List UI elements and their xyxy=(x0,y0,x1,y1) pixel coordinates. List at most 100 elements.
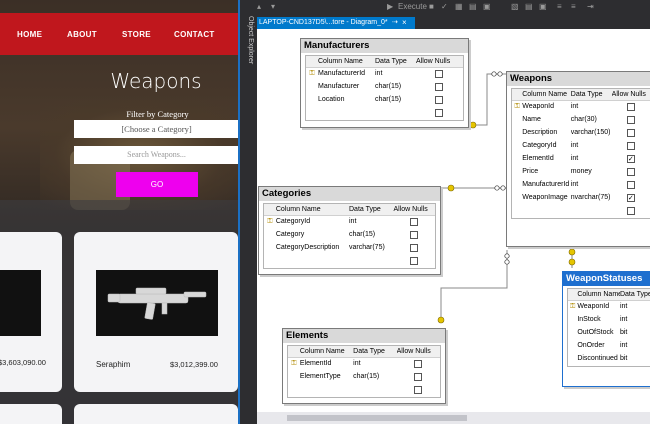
data-type-cell[interactable]: varchar(75) xyxy=(349,242,393,255)
table-row[interactable]: Discontinued bit xyxy=(568,353,650,366)
table-row[interactable] xyxy=(288,384,440,397)
table-row[interactable]: ⚿ ManufacturerId int xyxy=(306,68,463,81)
checkbox-checked[interactable]: ✓ xyxy=(626,155,635,163)
column-name-cell[interactable]: WeaponId xyxy=(522,101,571,114)
data-type-cell[interactable]: int xyxy=(620,301,650,314)
data-type-cell[interactable]: int xyxy=(620,340,650,353)
column-name-cell[interactable]: CategoryDescription xyxy=(276,242,349,255)
data-type-cell[interactable]: char(15) xyxy=(349,229,393,242)
column-grid[interactable]: Column Name Data Type Allow Nulls ⚿ Weapo… xyxy=(511,88,650,219)
table-title[interactable]: Manufacturers xyxy=(301,39,468,53)
column-name-cell[interactable]: CategoryId xyxy=(276,216,349,229)
table-elements[interactable]: Elements Column Name Data Type Allow Nul… xyxy=(282,328,446,404)
checkbox[interactable] xyxy=(626,129,635,137)
checkbox[interactable] xyxy=(434,109,443,117)
column-name-cell[interactable]: OutOfStock xyxy=(577,327,620,340)
checkbox[interactable] xyxy=(410,218,419,226)
data-type-cell[interactable]: int xyxy=(571,101,612,114)
data-type-cell[interactable]: int xyxy=(349,216,393,229)
column-name-cell[interactable]: InStock xyxy=(577,314,620,327)
table-categories[interactable]: Categories Column Name Data Type Allow N… xyxy=(258,186,441,275)
table-row[interactable]: ManufacturerId int xyxy=(512,179,650,192)
data-type-cell[interactable] xyxy=(349,255,393,268)
column-name-cell[interactable]: Discontinued xyxy=(577,353,620,366)
data-type-cell[interactable] xyxy=(571,205,612,218)
table-weaponstatuses[interactable]: WeaponStatuses Column Name Data Type ⚿ We… xyxy=(562,271,650,387)
table-row[interactable]: Name char(30) xyxy=(512,114,650,127)
table-row[interactable]: Description varchar(150) xyxy=(512,127,650,140)
table-row[interactable]: Location char(15) xyxy=(306,94,463,107)
data-type-cell[interactable]: char(30) xyxy=(571,114,612,127)
table-row[interactable]: ElementType char(15) xyxy=(288,371,440,384)
table-manufacturers[interactable]: Manufacturers Column Name Data Type Allo… xyxy=(300,38,469,128)
column-name-cell[interactable]: Price xyxy=(522,166,571,179)
checkbox[interactable] xyxy=(434,96,443,104)
table-title[interactable]: Weapons xyxy=(507,72,650,86)
checkbox[interactable] xyxy=(434,70,443,78)
table-row[interactable]: Manufacturer char(15) xyxy=(306,81,463,94)
checkbox-checked[interactable]: ✓ xyxy=(626,194,635,202)
checkbox[interactable] xyxy=(410,231,419,239)
table-weapons[interactable]: Weapons Column Name Data Type Allow Null… xyxy=(506,71,650,247)
column-name-cell[interactable]: ManufacturerId xyxy=(522,179,571,192)
data-type-cell[interactable]: bit xyxy=(620,353,650,366)
column-name-cell[interactable]: CategoryId xyxy=(522,140,571,153)
table-row[interactable]: Category char(15) xyxy=(264,229,435,242)
scrollbar-thumb[interactable] xyxy=(287,415,467,421)
checkbox[interactable] xyxy=(434,83,443,91)
table-row[interactable]: CategoryId int xyxy=(512,140,650,153)
column-name-cell[interactable] xyxy=(300,384,353,397)
table-row[interactable]: ⚿ CategoryId int xyxy=(264,216,435,229)
data-type-cell[interactable] xyxy=(353,384,396,397)
column-name-cell[interactable]: Manufacturer xyxy=(318,81,375,94)
checkbox[interactable] xyxy=(626,142,635,150)
table-row[interactable]: OutOfStock bit xyxy=(568,327,650,340)
checkbox[interactable] xyxy=(414,360,423,368)
column-name-cell[interactable]: Description xyxy=(522,127,571,140)
checkbox[interactable] xyxy=(626,168,635,176)
column-grid[interactable]: Column Name Data Type Allow Nulls ⚿ Categ… xyxy=(263,203,436,269)
data-type-cell[interactable]: int xyxy=(620,314,650,327)
data-type-cell[interactable]: bit xyxy=(620,327,650,340)
table-row[interactable]: ⚿ WeaponId int xyxy=(568,301,650,314)
data-type-cell[interactable]: int xyxy=(571,140,612,153)
table-title[interactable]: WeaponStatuses xyxy=(563,272,650,286)
column-grid[interactable]: Column Name Data Type Allow Nulls ⚿ Eleme… xyxy=(287,345,441,398)
data-type-cell[interactable]: int xyxy=(375,68,416,81)
table-row[interactable]: WeaponImage nvarchar(75) ✓ xyxy=(512,192,650,205)
checkbox[interactable] xyxy=(410,244,419,252)
data-type-cell[interactable]: int xyxy=(571,179,612,192)
column-grid[interactable]: Column Name Data Type ⚿ WeaponId int InStoc… xyxy=(567,288,650,367)
checkbox[interactable] xyxy=(414,373,423,381)
column-name-cell[interactable]: ElementId xyxy=(522,153,571,166)
table-row[interactable] xyxy=(512,205,650,218)
column-name-cell[interactable]: Category xyxy=(276,229,349,242)
table-row[interactable]: InStock int xyxy=(568,314,650,327)
column-name-cell[interactable]: ManufacturerId xyxy=(318,68,375,81)
checkbox[interactable] xyxy=(626,116,635,124)
data-type-cell[interactable] xyxy=(375,107,416,120)
data-type-cell[interactable]: money xyxy=(571,166,612,179)
data-type-cell[interactable]: char(15) xyxy=(375,81,416,94)
table-row[interactable] xyxy=(306,107,463,120)
column-name-cell[interactable]: OnOrder xyxy=(577,340,620,353)
column-name-cell[interactable]: ElementType xyxy=(300,371,353,384)
data-type-cell[interactable]: varchar(150) xyxy=(571,127,612,140)
checkbox[interactable] xyxy=(414,386,423,394)
table-row[interactable] xyxy=(264,255,435,268)
table-title[interactable]: Categories xyxy=(259,187,440,201)
column-name-cell[interactable]: WeaponId xyxy=(577,301,620,314)
column-grid[interactable]: Column Name Data Type Allow Nulls ⚿ Manuf… xyxy=(305,55,464,121)
column-name-cell[interactable] xyxy=(522,205,571,218)
column-name-cell[interactable]: Location xyxy=(318,94,375,107)
table-row[interactable]: OnOrder int xyxy=(568,340,650,353)
data-type-cell[interactable]: int xyxy=(353,358,396,371)
table-title[interactable]: Elements xyxy=(283,329,445,343)
column-name-cell[interactable]: ElementId xyxy=(300,358,353,371)
column-name-cell[interactable]: WeaponImage xyxy=(522,192,571,205)
table-row[interactable]: CategoryDescription varchar(75) xyxy=(264,242,435,255)
horizontal-scrollbar[interactable] xyxy=(257,412,650,424)
column-name-cell[interactable]: Name xyxy=(522,114,571,127)
table-row[interactable]: ElementId int ✓ xyxy=(512,153,650,166)
data-type-cell[interactable]: char(15) xyxy=(375,94,416,107)
